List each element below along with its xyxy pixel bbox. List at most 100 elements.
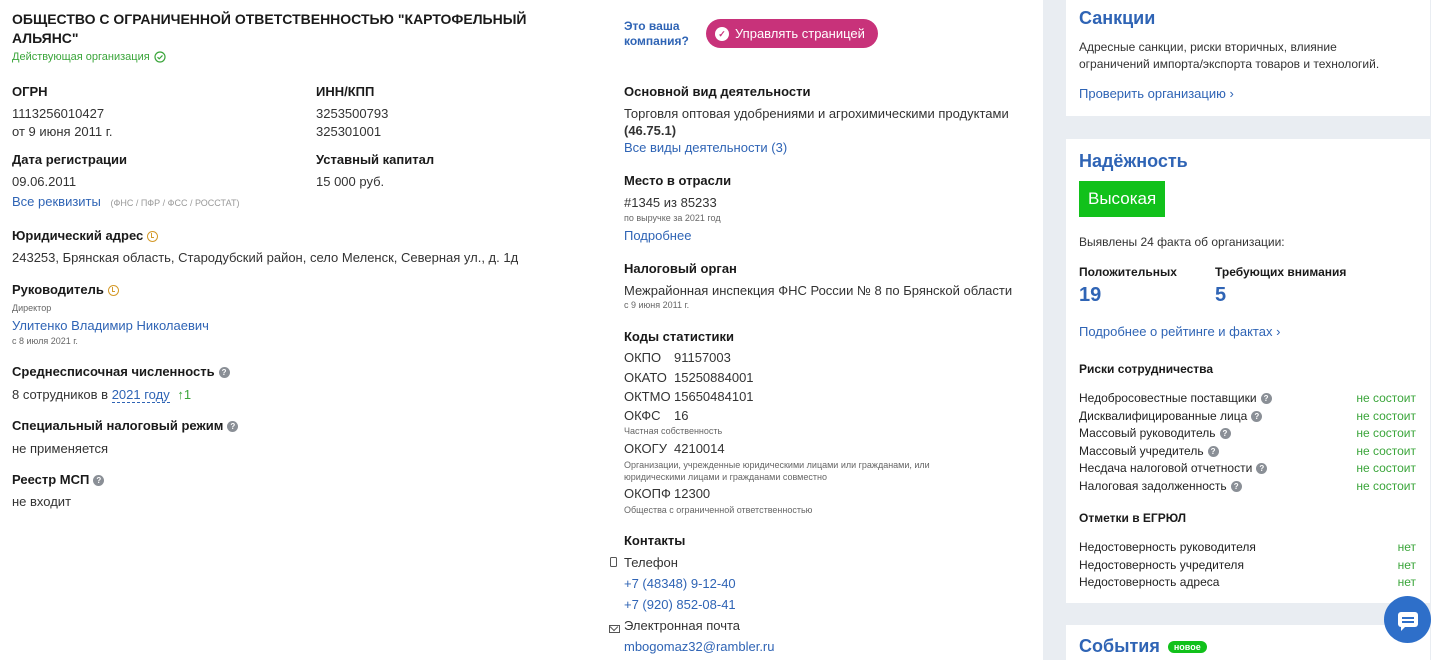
oktmo-key: ОКТМО: [624, 389, 671, 404]
head-name-link[interactable]: Улитенко Владимир Николаевич: [12, 318, 209, 333]
okogu-row: ОКОГУ 4210014: [624, 441, 725, 456]
risk-row: Несдача налоговой отчетности? не состоит: [1079, 460, 1416, 478]
employees-year-link[interactable]: 2021 году: [111, 387, 170, 403]
sanctions-title[interactable]: Санкции: [1079, 8, 1155, 29]
help-icon[interactable]: ?: [1230, 480, 1242, 492]
okfs-value: 16: [674, 408, 689, 423]
okopf-note: Общества с ограниченной ответственностью: [624, 505, 813, 515]
okogu-value: 4210014: [674, 441, 725, 456]
phone-link-1[interactable]: +7 (48348) 9-12-40: [624, 576, 736, 591]
msp-label: Реестр МСП: [12, 472, 90, 487]
ogrn-date: от 9 июня 2011 г.: [12, 124, 113, 139]
clock-icon[interactable]: [107, 285, 119, 297]
claim-question[interactable]: Это ваша компания?: [624, 19, 689, 49]
chat-icon: [1397, 612, 1418, 631]
help-icon[interactable]: ?: [1256, 463, 1268, 475]
stats-label: Коды статистики: [624, 329, 734, 344]
egrul-label: Недостоверность руководителя: [1079, 540, 1256, 554]
kpp-value: 325301001: [316, 124, 382, 139]
egrul-row: Недостоверность учредителя нет: [1079, 557, 1416, 575]
manage-page-label: Управлять страницей: [735, 26, 865, 41]
phone-link-2[interactable]: +7 (920) 852-08-41: [624, 597, 736, 612]
sanctions-card: Санкции Адресные санкции, риски вторичны…: [1066, 0, 1430, 116]
egrul-label: Недостоверность учредителя: [1079, 557, 1244, 572]
phone-icon: [610, 557, 617, 567]
activity-label: Основной вид деятельности: [624, 84, 811, 99]
events-title-row[interactable]: События новое: [1079, 636, 1207, 657]
employees-delta: ↑1: [177, 387, 192, 402]
risk-value: не состоит: [1356, 426, 1416, 440]
inn-value: 3253500793: [316, 106, 389, 121]
okopf-key: ОКОПФ: [624, 486, 671, 501]
help-icon[interactable]: ?: [218, 367, 230, 379]
clock-icon[interactable]: [147, 231, 159, 243]
employees-label: Среднесписочная численность: [12, 364, 215, 379]
okfs-row: ОКФС 16: [624, 408, 688, 423]
status-label: Действующая организация: [12, 51, 150, 63]
shield-check-icon: ✓: [715, 26, 729, 41]
all-activities-link[interactable]: Все виды деятельности (3): [624, 140, 787, 155]
tax-authority-value: Межрайонная инспекция ФНС России № 8 по …: [624, 283, 1013, 298]
okpo-row: ОКПО 91157003: [624, 350, 731, 365]
sanctions-text-1: Адресные санкции, риски вторичных, влиян…: [1079, 40, 1337, 54]
help-icon[interactable]: ?: [1251, 410, 1263, 422]
attention-label: Требующих внимания: [1215, 265, 1347, 279]
attention-value[interactable]: 5: [1215, 284, 1226, 307]
tax-regime-label-row: Специальный налоговый режим?: [12, 418, 239, 433]
oktmo-value: 15650484101: [674, 389, 754, 404]
msp-value: не входит: [12, 494, 72, 509]
registration-value: 09.06.2011: [12, 174, 77, 189]
help-icon[interactable]: ?: [1260, 393, 1272, 405]
tax-regime-label: Специальный налоговый режим: [12, 418, 224, 433]
reliability-card: Надёжность Высокая Выявлены 24 факта об …: [1066, 139, 1430, 603]
head-since: с 8 июля 2021 г.: [12, 336, 78, 346]
reliability-title[interactable]: Надёжность: [1079, 151, 1188, 172]
facts-text: Выявлены 24 факта об организации:: [1079, 235, 1285, 249]
mail-icon: [609, 625, 620, 633]
sanctions-text-2: ограничений импорта/экспорта товаров и т…: [1079, 57, 1380, 71]
okopf-row: ОКОПФ 12300: [624, 486, 710, 501]
phone-label: Телефон: [624, 555, 678, 570]
company-title: ОБЩЕСТВО С ОГРАНИЧЕННОЙ ОТВЕТСТВЕННОСТЬЮ…: [12, 11, 527, 46]
risks-title: Риски сотрудничества: [1079, 362, 1214, 376]
capital-label: Уставный капитал: [316, 152, 435, 167]
risk-label: Массовый учредитель: [1079, 443, 1204, 458]
rating-details-link[interactable]: Подробнее о рейтинге и фактах ›: [1079, 324, 1280, 339]
risk-value: не состоит: [1356, 408, 1416, 423]
okogu-note-2: юридическими лицами и гражданами совмест…: [624, 472, 827, 482]
all-requisites-link[interactable]: Все реквизиты: [12, 194, 101, 209]
check-organization-link[interactable]: Проверить организацию ›: [1079, 86, 1234, 101]
egrul-row: Недостоверность адреса нет: [1079, 574, 1416, 592]
egrul-title: Отметки в ЕГРЮЛ: [1079, 511, 1187, 525]
help-icon[interactable]: ?: [1219, 428, 1231, 440]
registration-label: Дата регистрации: [12, 152, 128, 167]
email-link[interactable]: mbogomaz32@rambler.ru: [624, 639, 774, 654]
capital-value: 15 000 руб.: [316, 174, 385, 189]
tax-authority-since: с 9 июня 2011 г.: [624, 300, 690, 310]
okfs-note: Частная собственность: [624, 426, 723, 436]
manage-page-button[interactable]: ✓ Управлять страницей: [706, 19, 878, 48]
rank-label: Место в отрасли: [624, 173, 732, 188]
risk-value: не состоит: [1356, 391, 1416, 405]
address-label: Юридический адрес: [12, 228, 144, 243]
rank-value: #1345 из 85233: [624, 195, 717, 210]
events-card: События новое: [1066, 625, 1430, 660]
positive-value[interactable]: 19: [1079, 284, 1101, 307]
claim-question-line2: компания?: [624, 34, 689, 48]
okato-row: ОКАТО 15250884001: [624, 370, 754, 385]
risk-row: Налоговая задолженность? не состоит: [1079, 478, 1416, 496]
claim-question-line1: Это ваша: [624, 19, 680, 33]
risk-value: не состоит: [1356, 478, 1416, 493]
new-badge: новое: [1167, 641, 1207, 654]
rank-more-link[interactable]: Подробнее: [624, 228, 691, 243]
rank-note: по выручке за 2021 год: [624, 213, 721, 223]
sanctions-text: Адресные санкции, риски вторичных, влиян…: [1079, 39, 1379, 73]
help-icon[interactable]: ?: [1207, 445, 1219, 457]
employees-row: 8 сотрудников в 2021 году ↑1: [12, 387, 192, 403]
company-main-panel: ОБЩЕСТВО С ОГРАНИЧЕННОЙ ОТВЕТСТВЕННОСТЬЮ…: [0, 0, 1043, 660]
chat-button[interactable]: [1384, 596, 1431, 643]
help-icon[interactable]: ?: [227, 421, 239, 433]
okfs-key: ОКФС: [624, 408, 661, 423]
inn-label: ИНН/КПП: [316, 84, 375, 99]
help-icon[interactable]: ?: [93, 475, 105, 487]
